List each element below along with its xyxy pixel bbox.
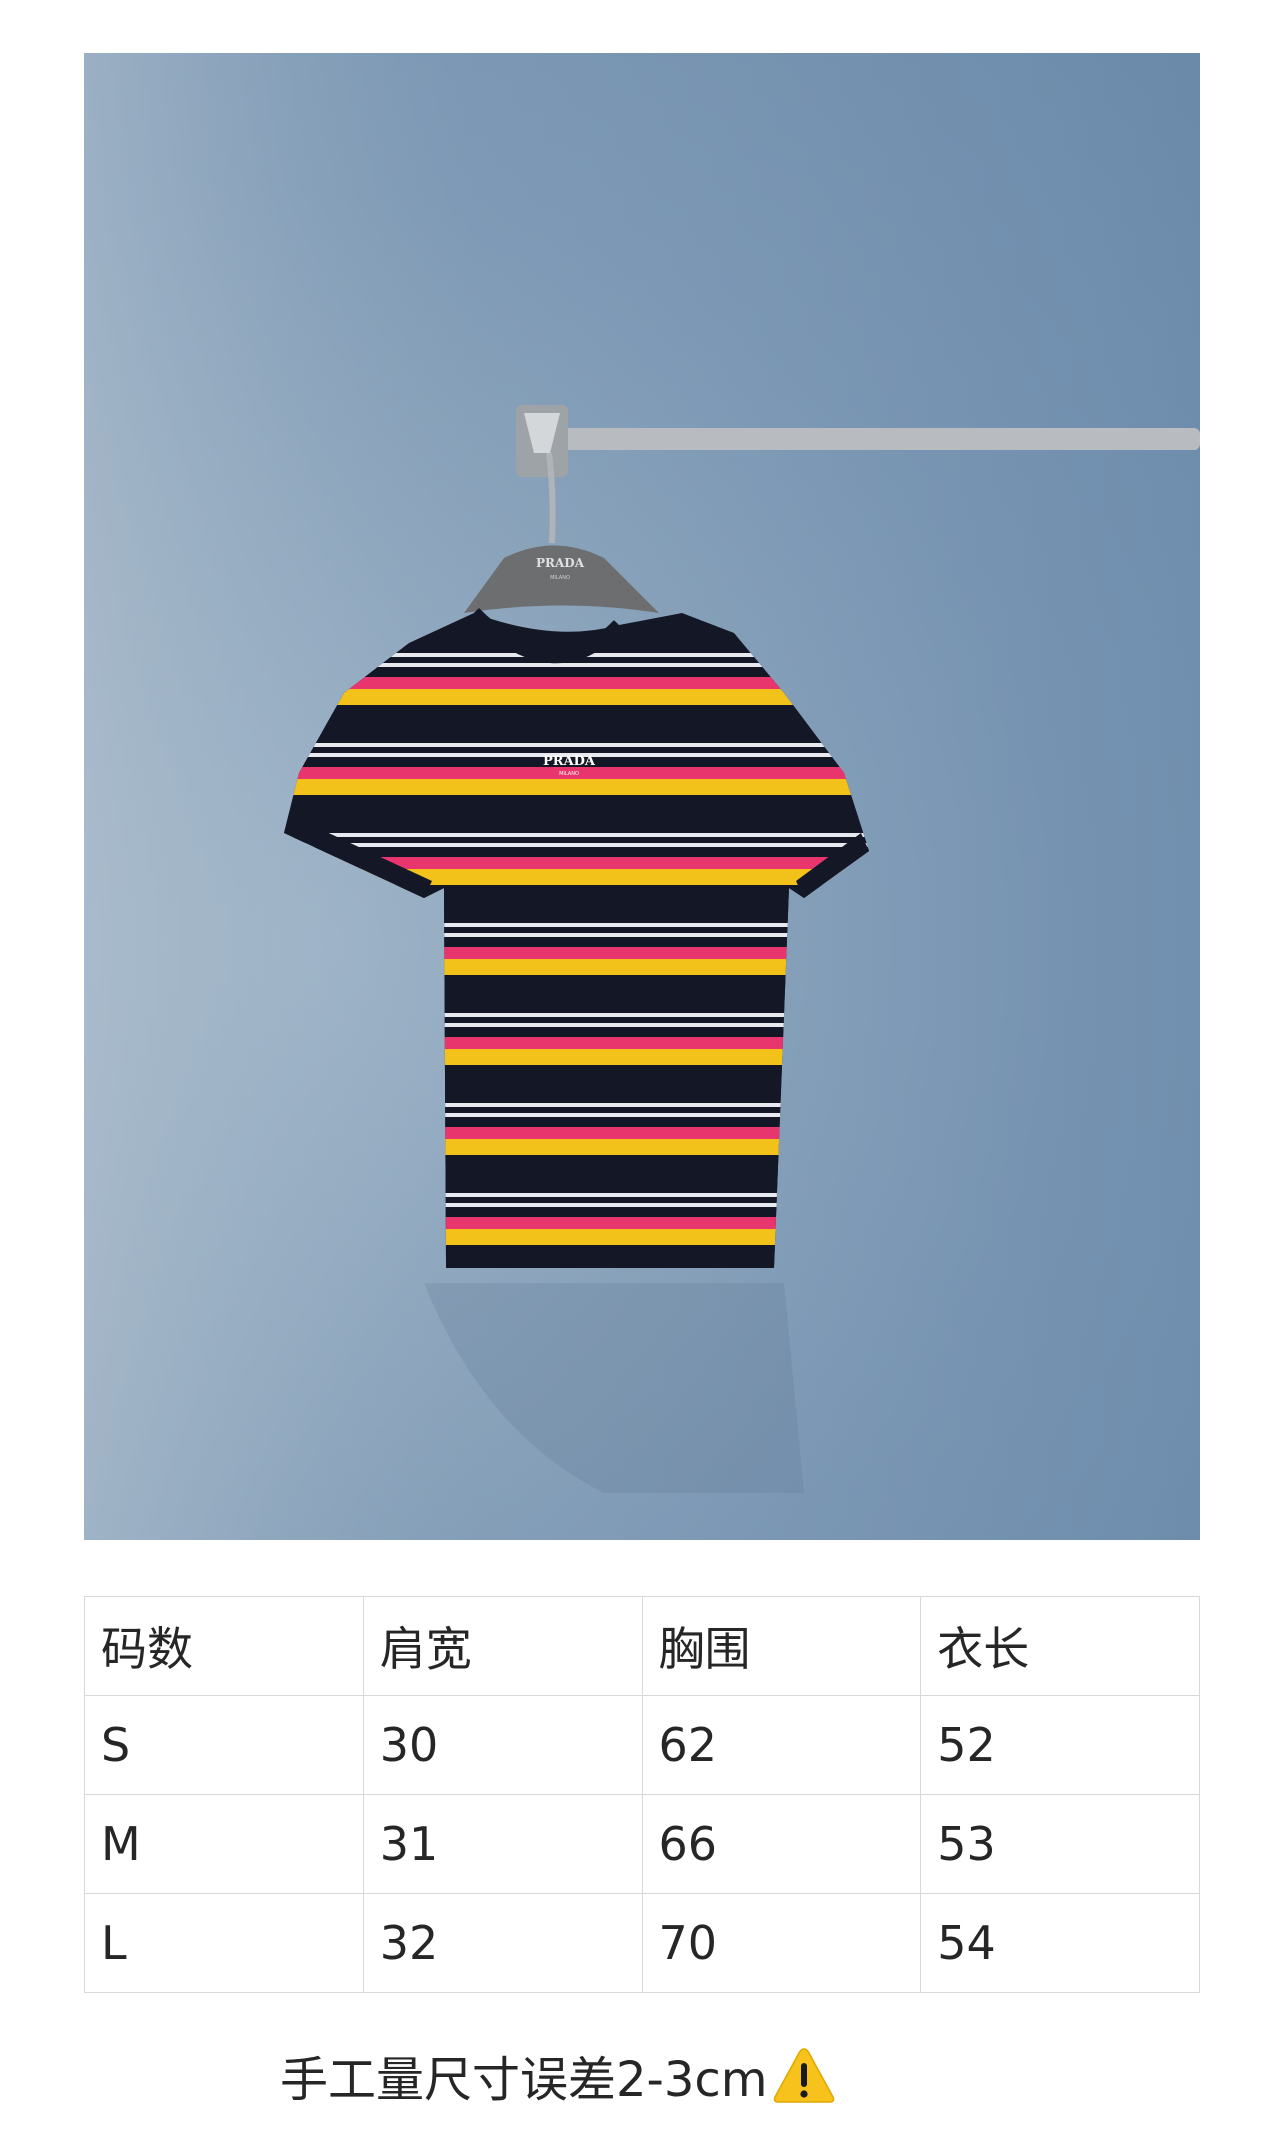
table-cell: S bbox=[84, 1695, 364, 1795]
table-cell: L bbox=[84, 1893, 364, 1993]
hanging-rail bbox=[532, 428, 1200, 450]
header-chest: 胸围 bbox=[641, 1596, 922, 1696]
shirt-stripe bbox=[284, 795, 869, 833]
hanger-sub-text: MILANO bbox=[550, 575, 570, 581]
shirt-stripe bbox=[284, 833, 869, 837]
header-length: 衣长 bbox=[920, 1596, 1200, 1696]
shirt-logo-sub: MILANO bbox=[559, 771, 579, 777]
shirt-stripe bbox=[284, 837, 869, 843]
table-row: L 32 70 54 bbox=[84, 1893, 1200, 1993]
table-cell: 62 bbox=[641, 1695, 922, 1795]
table-cell: 31 bbox=[362, 1794, 643, 1894]
table-cell: 66 bbox=[641, 1794, 922, 1894]
table-cell: M bbox=[84, 1794, 364, 1894]
table-cell: 53 bbox=[920, 1794, 1200, 1894]
striped-tshirt-illustration: PRADA MILANO PRADA MILANO bbox=[84, 53, 1200, 1540]
table-header-row: 码数 肩宽 胸围 衣长 bbox=[84, 1596, 1200, 1696]
table-cell: 32 bbox=[362, 1893, 643, 1993]
table-cell: 70 bbox=[641, 1893, 922, 1993]
table-row: S 30 62 52 bbox=[84, 1695, 1200, 1795]
note-text: 手工量尺寸误差2-3cm bbox=[280, 2052, 768, 2108]
table-cell: 54 bbox=[920, 1893, 1200, 1993]
shirt-stripe bbox=[284, 843, 869, 847]
table-row: M 31 66 53 bbox=[84, 1794, 1200, 1894]
shirt-stripe bbox=[284, 779, 869, 795]
size-chart: 码数 肩宽 胸围 衣长 S 30 62 52 M 31 66 53 L 32 7… bbox=[84, 1596, 1200, 1993]
header-size: 码数 bbox=[84, 1596, 364, 1696]
warning-icon bbox=[772, 2045, 836, 2105]
table-cell: 52 bbox=[920, 1695, 1200, 1795]
shirt-stripe bbox=[284, 743, 869, 747]
product-photo: PRADA MILANO PRADA MILANO bbox=[84, 53, 1200, 1540]
shirt-logo-text: PRADA bbox=[543, 754, 596, 769]
table-cell: 30 bbox=[362, 1695, 643, 1795]
shirt-stripe bbox=[284, 747, 869, 753]
size-table: 码数 肩宽 胸围 衣长 S 30 62 52 M 31 66 53 L 32 7… bbox=[84, 1596, 1200, 1993]
header-shoulder: 肩宽 bbox=[362, 1596, 643, 1696]
measurement-note: 手工量尺寸误差2-3cm bbox=[280, 2040, 836, 2110]
hanger-brand-text: PRADA bbox=[536, 556, 585, 570]
